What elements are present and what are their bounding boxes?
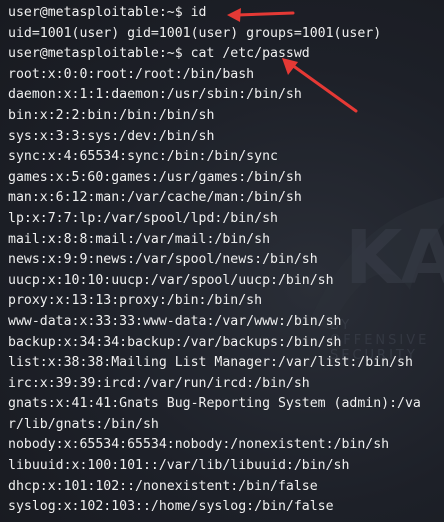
terminal-output-line: backup:x:34:34:backup:/var/backups:/bin/…	[8, 334, 342, 350]
terminal-output-line: list:x:38:38:Mailing List Manager:/var/l…	[8, 355, 413, 371]
terminal-output-line: lp:x:7:7:lp:/var/spool/lpd:/bin/sh	[8, 210, 278, 226]
terminal-prompt-line: user@metasploitable:~$ id	[8, 5, 207, 20]
terminal-output-line: www-data:x:33:33:www-data:/var/www:/bin/…	[8, 313, 342, 329]
terminal-output-line: bin:x:2:2:bin:/bin:/bin/sh	[8, 107, 215, 123]
terminal-output-line: irc:x:39:39:ircd:/var/run/ircd:/bin/sh	[8, 375, 310, 391]
terminal-output-line: libuuid:x:100:101::/var/lib/libuuid:/bin…	[8, 458, 350, 474]
terminal-output-line: man:x:6:12:man:/var/cache/man:/bin/sh	[8, 190, 302, 206]
terminal-output-line: uucp:x:10:10:uucp:/var/spool/uucp:/bin/s…	[8, 272, 334, 288]
terminal-output-line: uid=1001(user) gid=1001(user) groups=100…	[8, 25, 382, 41]
terminal-output-line: nobody:x:65534:65534:nobody:/nonexistent…	[8, 437, 390, 453]
terminal-output-line: proxy:x:13:13:proxy:/bin:/bin/sh	[8, 293, 263, 309]
terminal-output: user@metasploitable:~$ id uid=1001(user)…	[8, 3, 444, 518]
terminal-output-line: root:x:0:0:root:/root:/bin/bash	[8, 66, 255, 82]
terminal-output-line: games:x:5:60:games:/usr/games:/bin/sh	[8, 169, 302, 185]
terminal-output-line: daemon:x:1:1:daemon:/usr/sbin:/bin/sh	[8, 87, 302, 103]
terminal-output-line: r/lib/gnats:/bin/sh	[8, 416, 159, 432]
terminal-output-line: news:x:9:9:news:/var/spool/news:/bin/sh	[8, 252, 318, 268]
terminal-output-line: mail:x:8:8:mail:/var/mail:/bin/sh	[8, 231, 271, 247]
terminal-prompt-line: user@metasploitable:~$ cat /etc/passwd	[8, 46, 310, 62]
terminal-output-line: sync:x:4:65534:sync:/bin:/bin/sync	[8, 149, 278, 165]
terminal-output-line: dhcp:x:101:102::/nonexistent:/bin/false	[8, 478, 318, 494]
terminal-window[interactable]: KALI BY OFFENSIVE SECURITY user@metasplo…	[0, 0, 444, 522]
terminal-output-line: syslog:x:102:103::/home/syslog:/bin/fals…	[8, 499, 334, 515]
terminal-output-line: sys:x:3:3:sys:/dev:/bin/sh	[8, 128, 215, 144]
terminal-output-line: gnats:x:41:41:Gnats Bug-Reporting System…	[8, 396, 421, 412]
